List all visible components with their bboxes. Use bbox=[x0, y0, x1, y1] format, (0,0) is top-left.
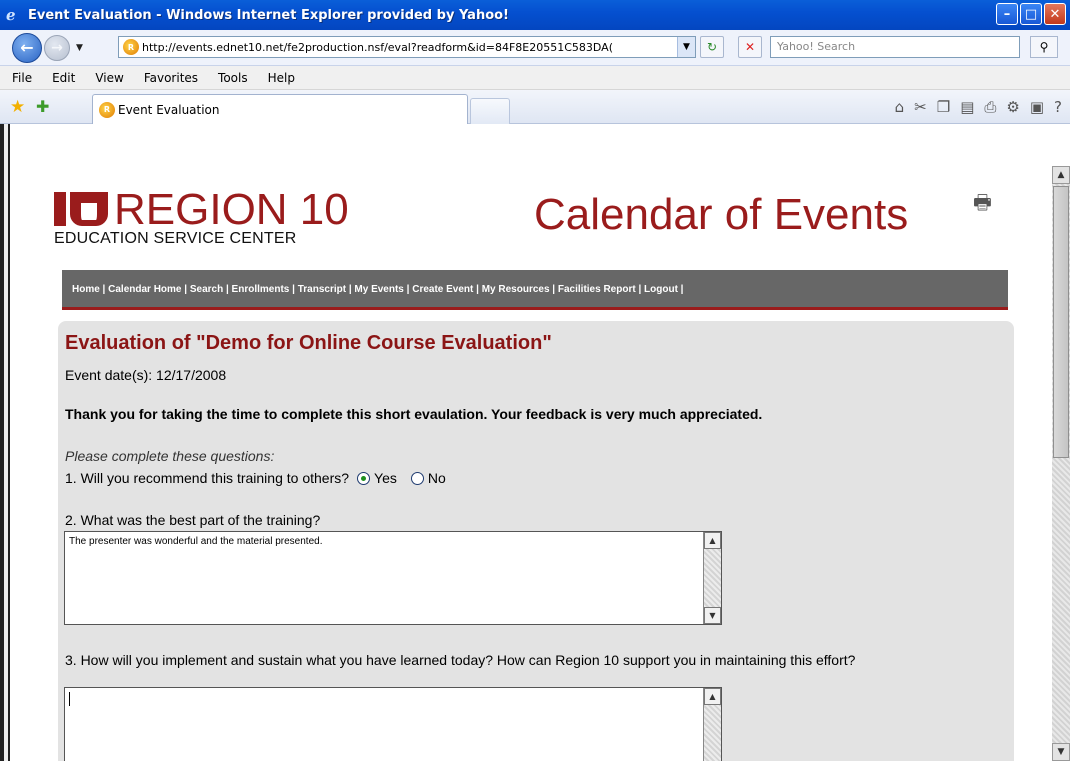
gear-icon[interactable]: ⚙ bbox=[1006, 98, 1019, 116]
home-icon[interactable]: ⌂ bbox=[895, 98, 905, 116]
evaluation-title: Evaluation of "Demo for Online Course Ev… bbox=[65, 332, 552, 354]
site-navigation: Home | Calendar Home | Search | Enrollme… bbox=[62, 270, 1008, 310]
scroll-up-button[interactable]: ▲ bbox=[1052, 166, 1070, 184]
region10-logo-mark bbox=[54, 190, 108, 228]
refresh-button[interactable]: ↻ bbox=[700, 36, 724, 58]
back-button[interactable]: ← bbox=[12, 32, 42, 63]
menu-view[interactable]: View bbox=[95, 71, 123, 85]
page-icon[interactable]: ▣ bbox=[1030, 98, 1044, 116]
refresh-icon: ↻ bbox=[706, 40, 718, 54]
menu-help[interactable]: Help bbox=[268, 71, 295, 85]
recent-pages-dropdown[interactable]: ▼ bbox=[76, 43, 83, 53]
minimize-button[interactable]: – bbox=[996, 3, 1018, 25]
menu-tools[interactable]: Tools bbox=[218, 71, 248, 85]
calendar-title: Calendar of Events bbox=[534, 190, 909, 239]
printer-icon[interactable]: 🖶 bbox=[973, 188, 995, 214]
radio-yes-label: Yes bbox=[374, 470, 397, 486]
logo-title: REGION 10 bbox=[114, 185, 349, 234]
site-favicon-icon: R bbox=[123, 39, 139, 55]
textarea-scrollbar[interactable]: ▲ ▼ bbox=[703, 532, 721, 624]
question-2-answer: The presenter was wonderful and the mate… bbox=[69, 536, 323, 547]
menu-bar: File Edit View Favorites Tools Help bbox=[0, 66, 1070, 90]
question-2-label: 2. What was the best part of the trainin… bbox=[65, 512, 321, 528]
menu-favorites[interactable]: Favorites bbox=[144, 71, 198, 85]
site-favicon-icon: R bbox=[99, 101, 115, 118]
address-dropdown[interactable]: ▼ bbox=[677, 37, 695, 57]
tab-label: Event Evaluation bbox=[118, 102, 220, 117]
menu-edit[interactable]: Edit bbox=[52, 71, 75, 85]
forward-arrow-icon: → bbox=[51, 39, 63, 56]
help-icon[interactable]: ? bbox=[1054, 98, 1062, 116]
add-favorite-icon[interactable]: ✚ bbox=[36, 97, 49, 116]
question-1-label: 1. Will you recommend this training to o… bbox=[65, 470, 350, 486]
site-nav-links[interactable]: Home | Calendar Home | Search | Enrollme… bbox=[72, 284, 683, 295]
instructions: Please complete these questions: bbox=[65, 448, 275, 464]
tab-event-evaluation[interactable]: R Event Evaluation bbox=[92, 94, 468, 124]
window-frame-edge bbox=[4, 124, 8, 761]
region10-logo[interactable]: REGION 10 bbox=[54, 185, 349, 234]
tab-bar: ★ ✚ R Event Evaluation ⌂ ✂ ❐ ▤ ⎙ ⚙ ▣ ? bbox=[0, 90, 1070, 124]
scroll-down-button[interactable]: ▼ bbox=[1052, 743, 1070, 761]
address-field[interactable]: R http://events.ednet10.net/fe2productio… bbox=[118, 36, 696, 58]
thank-you-message: Thank you for taking the time to complet… bbox=[65, 406, 763, 422]
address-toolbar: ← → ▼ R http://events.ednet10.net/fe2pro… bbox=[0, 30, 1070, 66]
menu-file[interactable]: File bbox=[12, 71, 32, 85]
ie-icon: ℯ bbox=[6, 6, 16, 24]
forward-button[interactable]: → bbox=[44, 34, 70, 61]
radio-no-label: No bbox=[427, 470, 446, 486]
question-1: 1. Will you recommend this training to o… bbox=[65, 470, 446, 486]
logo-subtitle: EDUCATION SERVICE CENTER bbox=[54, 230, 297, 247]
text-caret bbox=[69, 692, 70, 706]
back-arrow-icon: ← bbox=[20, 38, 34, 57]
window-controls: – □ ✕ bbox=[996, 3, 1066, 25]
radio-no[interactable] bbox=[410, 471, 424, 485]
stop-icon: ✕ bbox=[744, 40, 756, 54]
radio-yes[interactable] bbox=[357, 471, 371, 485]
event-date: Event date(s): 12/17/2008 bbox=[65, 367, 227, 383]
address-url: http://events.ednet10.net/fe2production.… bbox=[142, 40, 613, 54]
textarea-scrollbar[interactable]: ▲ bbox=[703, 688, 721, 761]
print-icon[interactable]: ⎙ bbox=[984, 98, 996, 116]
new-tab-button[interactable] bbox=[470, 98, 510, 124]
textarea-scroll-up[interactable]: ▲ bbox=[704, 688, 721, 705]
stop-button[interactable]: ✕ bbox=[738, 36, 762, 58]
search-input[interactable]: Yahoo! Search bbox=[770, 36, 1020, 58]
question-3-label: 3. How will you implement and sustain wh… bbox=[65, 652, 856, 668]
command-bar: ⌂ ✂ ❐ ▤ ⎙ ⚙ ▣ ? bbox=[895, 98, 1062, 116]
search-button[interactable]: ⚲ bbox=[1030, 36, 1058, 58]
maximize-button[interactable]: □ bbox=[1020, 3, 1042, 25]
question-3-textarea[interactable]: ▲ bbox=[64, 687, 722, 761]
window-titlebar: ℯ Event Evaluation - Windows Internet Ex… bbox=[0, 0, 1070, 30]
search-icon: ⚲ bbox=[1039, 40, 1049, 54]
textarea-scroll-up[interactable]: ▲ bbox=[704, 532, 721, 549]
copy-icon[interactable]: ❐ bbox=[937, 98, 950, 116]
favorites-star-icon[interactable]: ★ bbox=[10, 97, 25, 117]
paste-icon[interactable]: ▤ bbox=[960, 98, 974, 116]
scroll-thumb[interactable] bbox=[1053, 186, 1069, 458]
window-title: Event Evaluation - Windows Internet Expl… bbox=[28, 7, 509, 23]
textarea-scroll-down[interactable]: ▼ bbox=[704, 607, 721, 624]
close-button[interactable]: ✕ bbox=[1044, 3, 1066, 25]
cut-icon[interactable]: ✂ bbox=[914, 98, 927, 116]
question-2-textarea[interactable]: The presenter was wonderful and the mate… bbox=[64, 531, 722, 625]
